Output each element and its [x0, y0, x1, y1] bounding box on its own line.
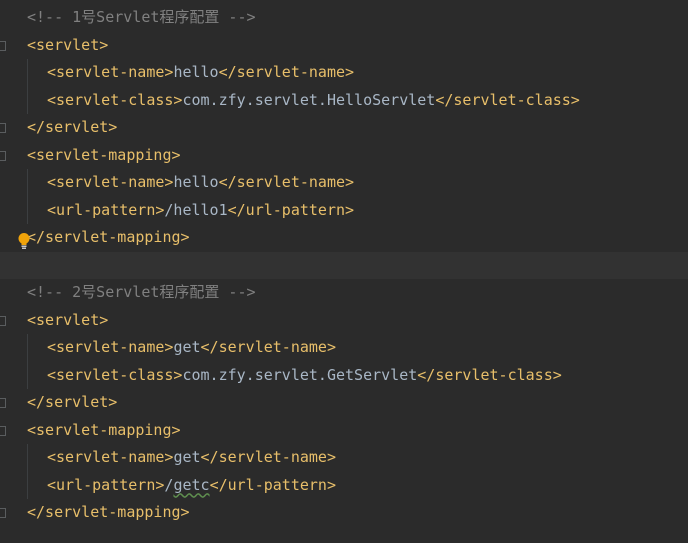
xml-comment: <!-- 2号Servlet程序配置 --> — [27, 283, 256, 301]
code-line[interactable]: </servlet> — [0, 114, 688, 142]
xml-tag: <servlet-name> — [47, 173, 174, 191]
code-line[interactable]: <servlet-class>com.zfy.servlet.HelloServ… — [0, 87, 688, 115]
xml-tag: <servlet-name> — [47, 338, 174, 356]
xml-text: /hello1 — [164, 200, 228, 219]
xml-text: get — [173, 338, 201, 356]
code-line-comment[interactable]: <!-- 2号Servlet程序配置 --> — [0, 279, 688, 307]
xml-tag: </servlet-name> — [218, 173, 355, 191]
xml-tag: <servlet> — [27, 310, 109, 329]
code-line[interactable]: <servlet-name>get</servlet-name> — [0, 334, 688, 362]
xml-text: com.zfy.servlet.GetServlet — [182, 365, 418, 384]
xml-tag: <servlet-mapping> — [27, 145, 181, 164]
code-line-current[interactable] — [0, 251, 688, 279]
xml-tag: </servlet-name> — [218, 63, 355, 81]
xml-tag: </servlet-name> — [200, 338, 336, 356]
xml-tag: <servlet-mapping> — [27, 420, 181, 439]
xml-tag: </servlet-mapping> — [27, 503, 190, 521]
xml-text: get — [173, 448, 201, 466]
code-line[interactable]: <servlet-mapping> — [0, 142, 688, 170]
xml-tag: <servlet-class> — [47, 365, 183, 384]
xml-text: hello — [173, 173, 219, 191]
xml-tag: </servlet> — [27, 118, 118, 136]
xml-comment: <!-- 1号Servlet程序配置 --> — [27, 8, 256, 26]
code-line-comment[interactable]: <!-- 1号Servlet程序配置 --> — [0, 4, 688, 32]
xml-text: hello — [173, 63, 219, 81]
code-line[interactable]: <servlet-name>hello</servlet-name> — [0, 59, 688, 87]
xml-text-typo: getc — [173, 475, 210, 494]
code-line[interactable]: </servlet-mapping> — [0, 499, 688, 527]
code-line[interactable]: </servlet-mapping> — [0, 224, 688, 252]
xml-tag: </url-pattern> — [209, 475, 336, 494]
xml-tag: <servlet> — [27, 35, 109, 54]
xml-tag: </servlet-class> — [417, 365, 562, 384]
xml-text: com.zfy.servlet.HelloServlet — [182, 90, 436, 109]
code-line[interactable]: <servlet-class>com.zfy.servlet.GetServle… — [0, 362, 688, 390]
code-line[interactable]: </servlet> — [0, 389, 688, 417]
xml-tag: </servlet-mapping> — [27, 228, 190, 246]
xml-tag: </url-pattern> — [227, 200, 355, 219]
code-line[interactable]: <url-pattern>/getc</url-pattern> — [0, 472, 688, 500]
xml-tag: </servlet> — [27, 393, 118, 411]
code-line[interactable]: <url-pattern>/hello1</url-pattern> — [0, 197, 688, 225]
xml-tag: <url-pattern> — [47, 475, 165, 494]
code-line[interactable]: <servlet-name>get</servlet-name> — [0, 444, 688, 472]
xml-tag: </servlet-name> — [200, 448, 336, 466]
code-line[interactable]: <servlet> — [0, 307, 688, 335]
xml-tag: <url-pattern> — [47, 200, 165, 219]
code-line[interactable]: <servlet-name>hello</servlet-name> — [0, 169, 688, 197]
code-editor[interactable]: <!-- 1号Servlet程序配置 --> <servlet> <servle… — [0, 0, 688, 543]
xml-tag: </servlet-class> — [435, 90, 580, 109]
code-line[interactable]: <servlet> — [0, 32, 688, 60]
xml-tag: <servlet-name> — [47, 63, 174, 81]
xml-tag: <servlet-name> — [47, 448, 174, 466]
code-line[interactable]: <servlet-mapping> — [0, 417, 688, 445]
xml-tag: <servlet-class> — [47, 90, 183, 109]
lightbulb-icon[interactable] — [17, 232, 31, 250]
